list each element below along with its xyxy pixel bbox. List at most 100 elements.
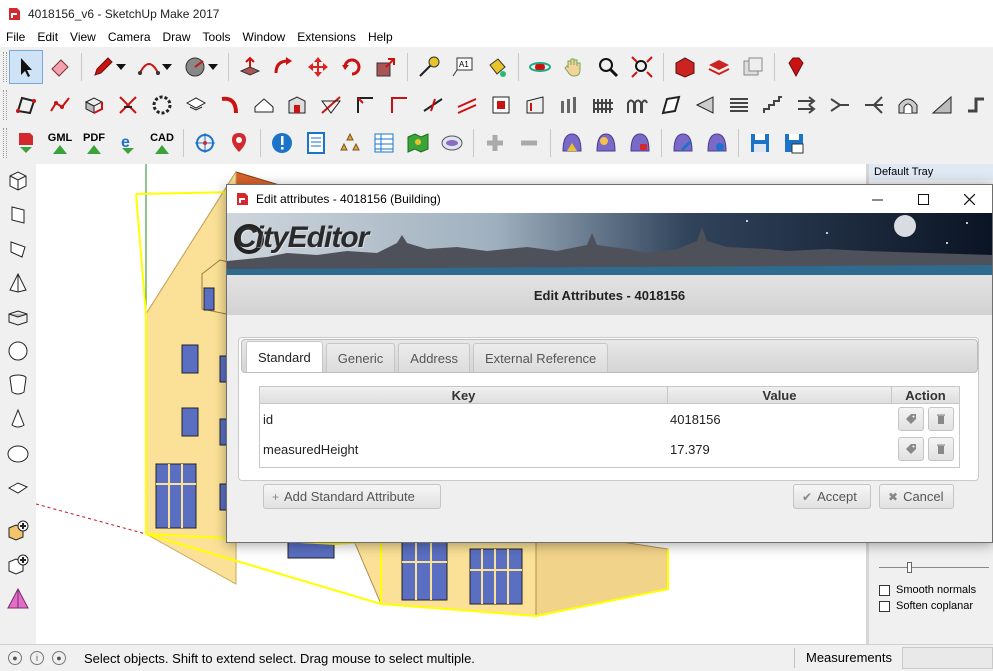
menu-tools[interactable]: Tools bbox=[197, 30, 237, 44]
left-tool-add-solid-button[interactable] bbox=[2, 514, 34, 548]
ce-tool-2-button[interactable] bbox=[43, 88, 77, 122]
menu-draw[interactable]: Draw bbox=[157, 30, 197, 44]
ce-tool-14-button[interactable] bbox=[450, 88, 484, 122]
left-tool-cylinder-button[interactable] bbox=[2, 368, 34, 402]
warehouse-button[interactable] bbox=[668, 50, 702, 84]
table-button[interactable] bbox=[367, 126, 401, 160]
line-tool-button[interactable] bbox=[86, 50, 126, 84]
georeference-button[interactable] bbox=[188, 126, 222, 160]
pan-button[interactable] bbox=[557, 50, 591, 84]
dialog-title-bar[interactable]: Edit attributes - 4018156 (Building) bbox=[227, 185, 992, 213]
ce-tool-25-button[interactable] bbox=[824, 88, 858, 122]
soften-coplanar-checkbox[interactable] bbox=[879, 600, 890, 612]
smooth-normals-checkbox[interactable] bbox=[879, 584, 890, 596]
ce-tool-15-button[interactable] bbox=[484, 88, 518, 122]
left-tool-flat-button[interactable] bbox=[2, 470, 34, 504]
left-tool-wedge-button[interactable] bbox=[2, 232, 34, 266]
ce-tool-8-button[interactable] bbox=[247, 88, 281, 122]
export-cad-button[interactable]: CAD bbox=[145, 126, 179, 160]
export-pdf-button[interactable]: PDF bbox=[77, 126, 111, 160]
attribute-key[interactable]: id bbox=[260, 404, 668, 434]
toolbar-grip[interactable] bbox=[3, 90, 7, 120]
left-tool-add-object-button[interactable] bbox=[2, 548, 34, 582]
left-tool-cube-button[interactable] bbox=[2, 164, 34, 198]
delete-attribute-button[interactable] bbox=[927, 407, 954, 431]
shape-tool-button[interactable] bbox=[178, 50, 218, 84]
lock-button[interactable] bbox=[623, 126, 657, 160]
left-tool-sphere-button[interactable] bbox=[2, 334, 34, 368]
column-key[interactable]: Key bbox=[260, 387, 668, 403]
edit-shape-button[interactable] bbox=[666, 126, 700, 160]
geolocation-status-icon[interactable]: ● bbox=[8, 651, 22, 665]
smooth-normals-option[interactable]: Smooth normals bbox=[879, 584, 976, 596]
export-e-button[interactable]: e bbox=[111, 126, 145, 160]
tab-address[interactable]: Address bbox=[398, 343, 470, 372]
slider-thumb[interactable] bbox=[907, 562, 912, 573]
light-button[interactable] bbox=[589, 126, 623, 160]
dropdown-arrow-icon[interactable] bbox=[208, 64, 218, 70]
ce-tool-17-button[interactable] bbox=[552, 88, 586, 122]
save-button[interactable] bbox=[743, 126, 777, 160]
paint-bucket-button[interactable] bbox=[480, 50, 514, 84]
add-button[interactable] bbox=[478, 126, 512, 160]
follow-me-button[interactable] bbox=[267, 50, 301, 84]
measurements-input[interactable] bbox=[902, 647, 993, 669]
text-button[interactable]: A1 bbox=[446, 50, 480, 84]
ce-tool-21-button[interactable] bbox=[688, 88, 722, 122]
cancel-button[interactable]: ✖ Cancel bbox=[879, 484, 954, 509]
ce-tool-24-button[interactable] bbox=[790, 88, 824, 122]
save-as-button[interactable] bbox=[777, 126, 811, 160]
soften-coplanar-option[interactable]: Soften coplanar bbox=[879, 600, 973, 612]
left-tool-triangle-button[interactable] bbox=[2, 582, 34, 616]
ce-tool-28-button[interactable] bbox=[925, 88, 959, 122]
accept-button[interactable]: ✔ Accept bbox=[793, 484, 871, 509]
ce-tool-7-button[interactable] bbox=[213, 88, 247, 122]
left-tool-box-button[interactable] bbox=[2, 300, 34, 334]
attribute-key[interactable]: measuredHeight bbox=[260, 434, 668, 464]
credits-info-icon[interactable]: i bbox=[30, 651, 44, 665]
edit-attribute-button[interactable] bbox=[897, 437, 924, 461]
ce-tool-9-button[interactable] bbox=[281, 88, 315, 122]
scale-button[interactable] bbox=[369, 50, 403, 84]
ce-tool-1-button[interactable] bbox=[9, 88, 43, 122]
dropdown-arrow-icon[interactable] bbox=[162, 64, 172, 70]
orbit-button[interactable] bbox=[523, 50, 557, 84]
zoom-button[interactable] bbox=[591, 50, 625, 84]
ce-tool-6-button[interactable] bbox=[179, 88, 213, 122]
add-standard-attribute-button[interactable]: + Add Standard Attribute bbox=[263, 484, 441, 509]
left-tool-dome-button[interactable] bbox=[2, 436, 34, 470]
remove-button[interactable] bbox=[512, 126, 546, 160]
tray-title[interactable]: Default Tray bbox=[869, 164, 993, 180]
ce-tool-19-button[interactable] bbox=[620, 88, 654, 122]
toolbar-grip[interactable] bbox=[3, 128, 7, 158]
info-button[interactable] bbox=[265, 126, 299, 160]
edit-attribute-button[interactable] bbox=[897, 407, 924, 431]
ce-tool-10-button[interactable] bbox=[314, 88, 348, 122]
zoom-extents-button[interactable] bbox=[625, 50, 659, 84]
close-button[interactable] bbox=[946, 185, 992, 213]
menu-window[interactable]: Window bbox=[237, 30, 292, 44]
location-button[interactable] bbox=[222, 126, 256, 160]
alert-shape-button[interactable] bbox=[700, 126, 734, 160]
share-model-button[interactable] bbox=[702, 50, 736, 84]
ce-tool-18-button[interactable] bbox=[586, 88, 620, 122]
dropdown-arrow-icon[interactable] bbox=[116, 64, 126, 70]
ce-tool-16-button[interactable] bbox=[518, 88, 552, 122]
ce-tool-5-button[interactable] bbox=[145, 88, 179, 122]
attributes-list-button[interactable] bbox=[299, 126, 333, 160]
menu-help[interactable]: Help bbox=[362, 30, 399, 44]
left-tool-pyramid-button[interactable] bbox=[2, 266, 34, 300]
attribute-value[interactable]: 4018156 bbox=[668, 404, 892, 434]
move-button[interactable] bbox=[301, 50, 335, 84]
table-row[interactable]: measuredHeight 17.379 bbox=[260, 434, 959, 464]
ce-tool-13-button[interactable] bbox=[416, 88, 450, 122]
ce-tool-3-button[interactable] bbox=[77, 88, 111, 122]
menu-view[interactable]: View bbox=[64, 30, 102, 44]
ce-tool-26-button[interactable] bbox=[857, 88, 891, 122]
user-account-icon[interactable]: ● bbox=[52, 651, 66, 665]
validate-button[interactable] bbox=[555, 126, 589, 160]
menu-file[interactable]: File bbox=[0, 30, 31, 44]
delete-attribute-button[interactable] bbox=[927, 437, 954, 461]
ce-tool-23-button[interactable] bbox=[756, 88, 790, 122]
ce-tool-11-button[interactable] bbox=[348, 88, 382, 122]
